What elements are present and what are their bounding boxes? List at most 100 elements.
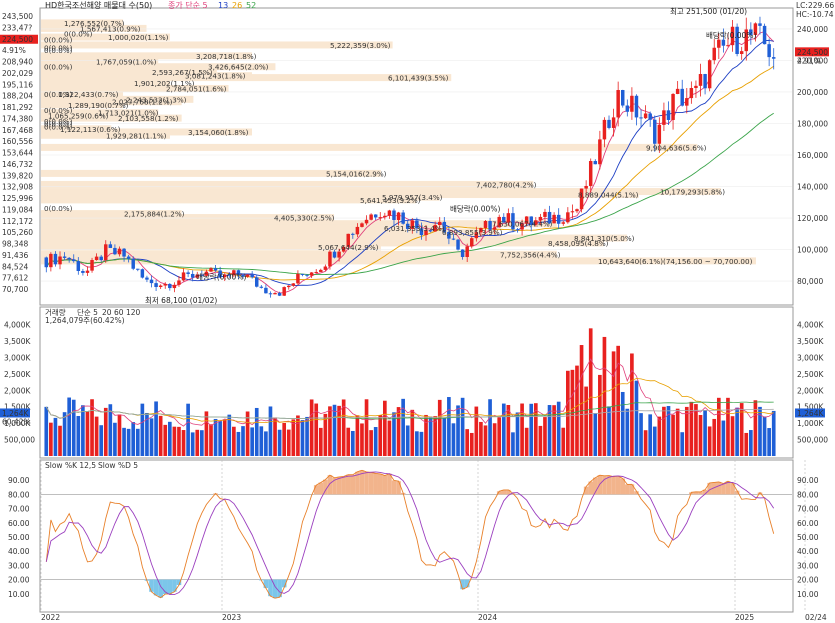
candle-body[interactable] bbox=[698, 74, 703, 86]
volume-bar[interactable] bbox=[383, 400, 387, 456]
candle-body[interactable] bbox=[291, 283, 296, 286]
candle-body[interactable] bbox=[104, 244, 108, 261]
volume-bar[interactable] bbox=[154, 401, 158, 456]
volume-bar[interactable] bbox=[67, 397, 71, 456]
volume-bar[interactable] bbox=[771, 410, 776, 456]
volume-bar[interactable] bbox=[662, 406, 666, 456]
candle-body[interactable] bbox=[99, 256, 103, 261]
volume-bar[interactable] bbox=[767, 428, 771, 456]
candle-body[interactable] bbox=[108, 244, 113, 248]
volume-bar[interactable] bbox=[254, 407, 259, 456]
volume-bar[interactable] bbox=[177, 426, 181, 456]
volume-bar[interactable] bbox=[378, 415, 383, 456]
volume-bar[interactable] bbox=[497, 417, 502, 456]
volume-bar[interactable] bbox=[712, 418, 717, 456]
candle-body[interactable] bbox=[465, 246, 469, 257]
volume-bar[interactable] bbox=[428, 416, 433, 456]
volume-bar[interactable] bbox=[360, 423, 364, 456]
volume-bar[interactable] bbox=[232, 426, 236, 456]
candle-body[interactable] bbox=[588, 161, 593, 186]
candle-body[interactable] bbox=[172, 284, 177, 289]
volume-bar[interactable] bbox=[561, 427, 566, 456]
candle-body[interactable] bbox=[703, 74, 707, 89]
candle-body[interactable] bbox=[616, 90, 620, 118]
chart-canvas[interactable]: 80,000 100,000 120,000 140,000 160,000 180,00… bbox=[0, 0, 835, 623]
volume-bar[interactable] bbox=[117, 414, 122, 456]
volume-bar[interactable] bbox=[190, 432, 195, 456]
candle-body[interactable] bbox=[369, 214, 373, 220]
candle-body[interactable] bbox=[639, 117, 643, 119]
candle-body[interactable] bbox=[53, 253, 58, 265]
volume-bar[interactable] bbox=[616, 345, 620, 456]
volume-bar[interactable] bbox=[286, 429, 291, 456]
candle-body[interactable] bbox=[739, 51, 744, 55]
volume-bar[interactable] bbox=[346, 427, 351, 456]
volume-bar[interactable] bbox=[44, 406, 49, 456]
volume-bar[interactable] bbox=[675, 408, 680, 456]
candle-body[interactable] bbox=[181, 272, 186, 281]
candle-body[interactable] bbox=[264, 287, 268, 294]
candle-body[interactable] bbox=[90, 259, 94, 271]
candle-body[interactable] bbox=[707, 60, 712, 89]
volume-bar[interactable] bbox=[451, 423, 456, 456]
candle-body[interactable] bbox=[259, 286, 264, 288]
volume-bar[interactable] bbox=[529, 403, 534, 456]
volume-bar[interactable] bbox=[200, 430, 204, 456]
volume-bar[interactable] bbox=[405, 425, 410, 456]
volume-bar[interactable] bbox=[259, 426, 264, 456]
volume-bar[interactable] bbox=[671, 414, 675, 456]
volume-bar[interactable] bbox=[698, 415, 703, 456]
candle-body[interactable] bbox=[662, 110, 666, 125]
volume-bar[interactable] bbox=[739, 403, 744, 456]
volume-bar[interactable] bbox=[625, 408, 630, 456]
volume-bar[interactable] bbox=[71, 399, 76, 456]
volume-bar[interactable] bbox=[209, 424, 213, 456]
candle-body[interactable] bbox=[767, 44, 771, 58]
candle-body[interactable] bbox=[62, 256, 67, 258]
candle-body[interactable] bbox=[620, 90, 625, 106]
candle-body[interactable] bbox=[515, 229, 520, 231]
candle-body[interactable] bbox=[140, 269, 145, 278]
candle-body[interactable] bbox=[67, 257, 71, 260]
volume-bar[interactable] bbox=[222, 419, 227, 456]
candle-body[interactable] bbox=[163, 283, 167, 286]
volume-bar[interactable] bbox=[524, 427, 529, 456]
volume-bar[interactable] bbox=[465, 429, 470, 456]
candle-body[interactable] bbox=[634, 95, 639, 118]
volume-bar[interactable] bbox=[291, 419, 296, 456]
candle-body[interactable] bbox=[675, 88, 680, 94]
candle-body[interactable] bbox=[625, 105, 630, 112]
candle-body[interactable] bbox=[680, 88, 684, 106]
candle-body[interactable] bbox=[360, 223, 364, 227]
candle-body[interactable] bbox=[122, 248, 126, 257]
candle-body[interactable] bbox=[314, 271, 318, 273]
candle-body[interactable] bbox=[383, 215, 387, 218]
candle-body[interactable] bbox=[456, 239, 460, 250]
volume-bar[interactable] bbox=[158, 415, 163, 456]
volume-bar[interactable] bbox=[373, 427, 378, 456]
volume-bar[interactable] bbox=[195, 429, 200, 456]
candle-body[interactable] bbox=[168, 283, 172, 289]
candle-body[interactable] bbox=[177, 280, 181, 285]
candle-body[interactable] bbox=[712, 47, 716, 61]
candle-body[interactable] bbox=[602, 119, 607, 140]
volume-bar[interactable] bbox=[355, 415, 360, 456]
volume-bar[interactable] bbox=[648, 414, 653, 456]
volume-bar[interactable] bbox=[424, 414, 428, 456]
volume-bar[interactable] bbox=[163, 424, 168, 456]
candle-body[interactable] bbox=[126, 256, 131, 259]
volume-bar[interactable] bbox=[204, 411, 209, 456]
candle-body[interactable] bbox=[657, 124, 662, 144]
volume-bar[interactable] bbox=[227, 414, 232, 456]
volume-bar[interactable] bbox=[511, 432, 515, 456]
volume-bar[interactable] bbox=[447, 397, 451, 456]
candle-body[interactable] bbox=[666, 110, 671, 120]
volume-bar[interactable] bbox=[337, 405, 341, 456]
candle-body[interactable] bbox=[337, 251, 341, 258]
volume-bar[interactable] bbox=[437, 399, 442, 456]
candle-body[interactable] bbox=[483, 221, 488, 228]
volume-bar[interactable] bbox=[744, 432, 749, 456]
candle-body[interactable] bbox=[561, 222, 566, 224]
candle-body[interactable] bbox=[186, 272, 190, 274]
candle-body[interactable] bbox=[584, 185, 588, 189]
